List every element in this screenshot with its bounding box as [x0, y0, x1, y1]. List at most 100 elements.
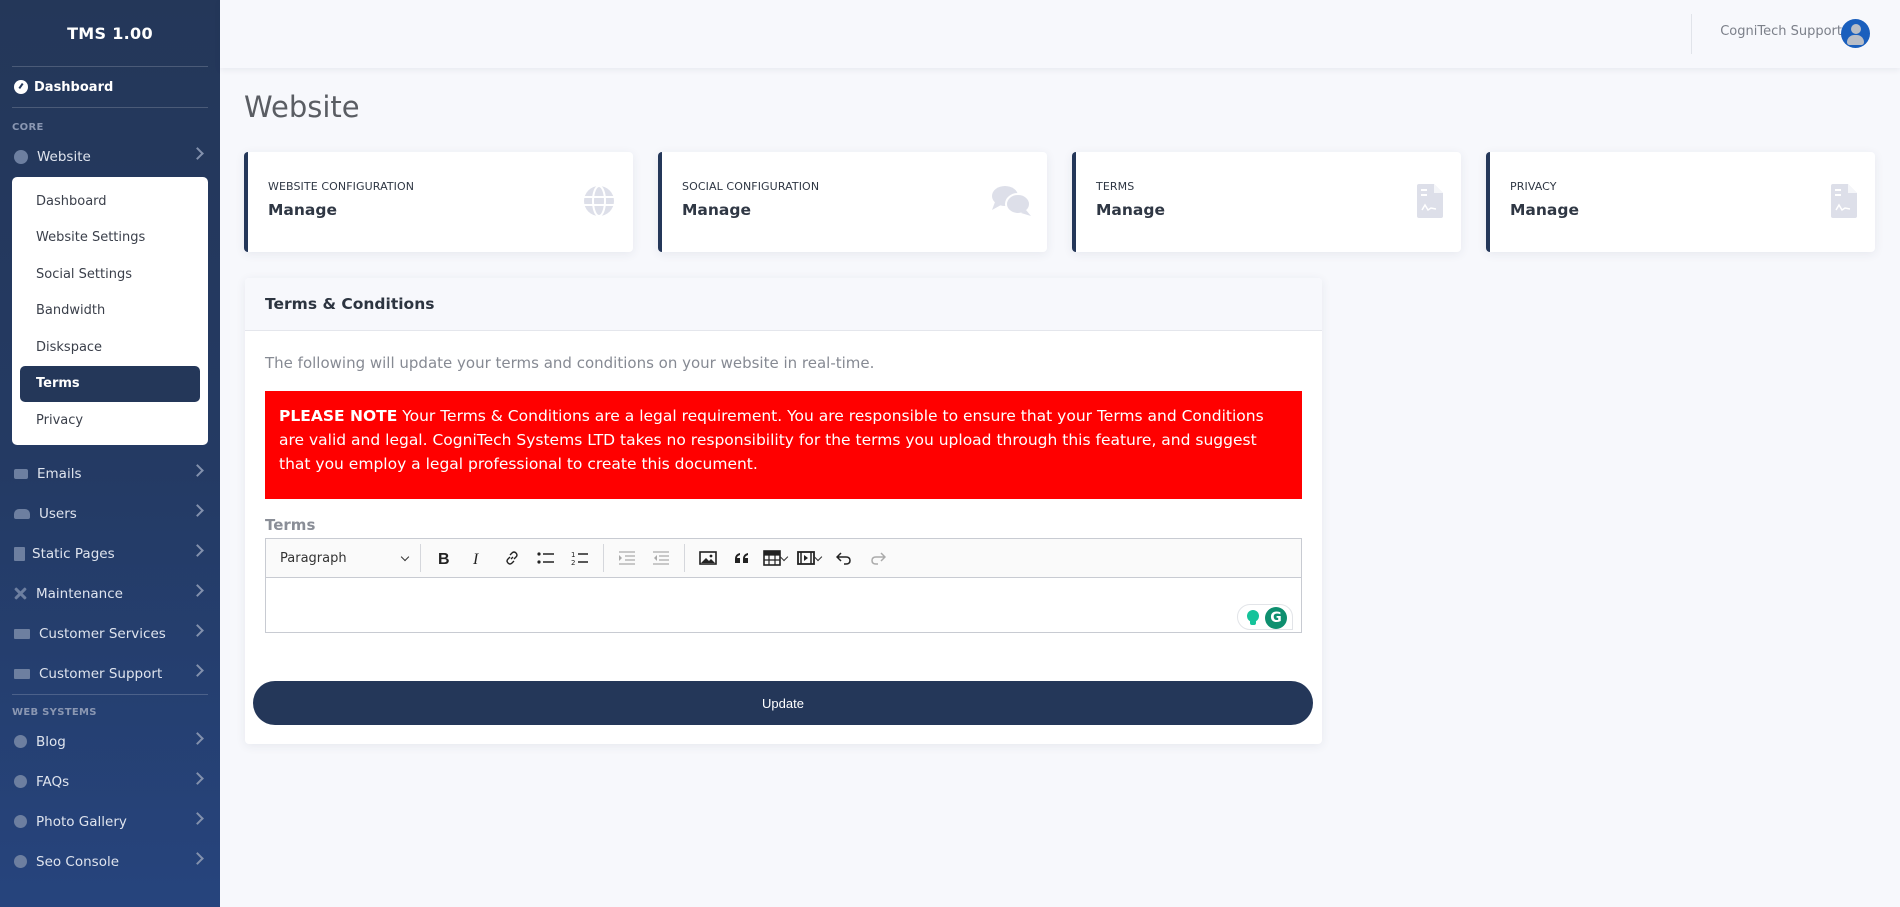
page-title: Website	[244, 90, 360, 124]
quote-icon	[735, 553, 748, 563]
chevron-right-icon	[191, 147, 204, 160]
sidebar-item-seo-console[interactable]: Seo Console	[0, 842, 220, 882]
card-label: PRIVACY	[1510, 180, 1557, 193]
sidebar-item-label: Dashboard	[34, 79, 114, 95]
chevron-right-icon	[191, 583, 204, 597]
table-icon	[763, 550, 781, 566]
indent-button[interactable]	[610, 544, 644, 572]
grammarly-widget[interactable]: G	[1237, 604, 1293, 630]
chevron-right-icon	[191, 771, 204, 785]
topbar: CogniTech Support	[220, 0, 1900, 68]
sidebar-item-website[interactable]: Website	[0, 137, 220, 177]
svg-text:B: B	[438, 551, 450, 566]
card-value: Manage	[1096, 201, 1165, 219]
submenu-item-website-settings[interactable]: Website Settings	[20, 220, 200, 257]
card-terms[interactable]: TERMS Manage	[1072, 152, 1461, 252]
envelope-icon	[14, 468, 28, 479]
insert-image-button[interactable]	[691, 544, 725, 572]
topbar-divider	[1691, 14, 1692, 54]
alert-text: Your Terms & Conditions are a legal requ…	[279, 407, 1264, 473]
sidebar-item-photo-gallery[interactable]: Photo Gallery	[0, 802, 220, 842]
link-icon	[506, 551, 518, 565]
undo-button[interactable]	[827, 544, 861, 572]
sidebar-item-label: Photo Gallery	[36, 813, 127, 830]
numbered-list-icon: 12	[571, 551, 588, 566]
file-icon	[14, 546, 25, 561]
redo-button[interactable]	[861, 544, 895, 572]
sidebar-item-label: Website	[37, 149, 91, 165]
sidebar-item-faqs[interactable]: FAQs	[0, 762, 220, 802]
card-value: Manage	[1510, 201, 1579, 219]
brand-title: TMS 1.00	[67, 23, 153, 43]
legal-alert: PLEASE NOTE Your Terms & Conditions are …	[265, 391, 1302, 499]
chevron-right-icon	[191, 623, 204, 637]
link-button[interactable]	[495, 544, 529, 572]
media-dropdown[interactable]	[815, 544, 823, 572]
comments-icon	[992, 186, 1031, 216]
toolbar-separator	[420, 544, 421, 572]
toolbar-separator	[603, 544, 604, 572]
bold-icon: B	[438, 551, 450, 566]
sidebar-item-users[interactable]: Users	[0, 494, 220, 534]
file-contract-icon	[1417, 184, 1443, 218]
numbered-list-button[interactable]: 12	[563, 544, 597, 572]
gear-icon	[14, 735, 27, 748]
bulleted-list-button[interactable]	[529, 544, 563, 572]
italic-button[interactable]: I	[461, 544, 495, 572]
update-button[interactable]: Update	[253, 681, 1313, 725]
sidebar-item-label: Customer Support	[39, 665, 163, 682]
sidebar-item-dashboard[interactable]: Dashboard	[0, 67, 220, 107]
avatar[interactable]	[1841, 19, 1870, 48]
sidebar-item-label: Customer Services	[39, 625, 166, 642]
block-format-select[interactable]: Paragraph	[274, 544, 414, 572]
table-dropdown[interactable]	[781, 544, 789, 572]
undo-icon	[836, 552, 851, 565]
bold-button[interactable]: B	[427, 544, 461, 572]
sidebar-item-static-pages[interactable]: Static Pages	[0, 534, 220, 574]
terms-editor-content[interactable]	[266, 578, 1301, 632]
gear-icon	[14, 855, 27, 868]
sidebar-item-label: Static Pages	[32, 545, 115, 562]
submenu-item-privacy[interactable]: Privacy	[20, 402, 200, 439]
submenu-item-terms[interactable]: Terms	[20, 365, 200, 402]
gear-icon	[14, 815, 27, 828]
user-name[interactable]: CogniTech Support	[1720, 24, 1842, 39]
submenu-item-social-settings[interactable]: Social Settings	[20, 256, 200, 293]
config-cards: WEBSITE CONFIGURATION Manage SOCIAL CONF…	[244, 152, 1875, 252]
file-contract-icon	[1831, 184, 1857, 218]
sidebar-item-maintenance[interactable]: Maintenance	[0, 574, 220, 614]
terms-field-label: Terms	[265, 516, 316, 534]
indent-icon	[619, 551, 635, 565]
submenu-item-bandwidth[interactable]: Bandwidth	[20, 293, 200, 330]
svg-text:1: 1	[571, 551, 575, 559]
submenu-item-dashboard[interactable]: Dashboard	[20, 183, 200, 220]
italic-icon: I	[472, 551, 479, 566]
outdent-button[interactable]	[644, 544, 678, 572]
panel-title: Terms & Conditions	[245, 278, 1322, 331]
card-label: TERMS	[1096, 180, 1135, 193]
alert-strong: PLEASE NOTE	[279, 407, 398, 425]
chevron-right-icon	[191, 851, 204, 865]
sidebar-item-blog[interactable]: Blog	[0, 722, 220, 762]
sidebar: TMS 1.00 Dashboard CORE Website Dashboar…	[0, 0, 220, 907]
image-icon	[699, 551, 717, 565]
sidebar-item-label: Blog	[36, 733, 66, 750]
sidebar-item-customer-services[interactable]: Customer Services	[0, 614, 220, 654]
sidebar-item-emails[interactable]: Emails	[0, 454, 220, 494]
card-website-configuration[interactable]: WEBSITE CONFIGURATION Manage	[244, 152, 633, 252]
lightbulb-icon	[1247, 610, 1259, 625]
tools-icon	[14, 587, 27, 600]
card-privacy[interactable]: PRIVACY Manage	[1486, 152, 1875, 252]
users-icon	[14, 508, 30, 519]
sidebar-item-customer-support[interactable]: Customer Support	[0, 654, 220, 694]
chevron-down-icon	[400, 552, 410, 561]
chevron-right-icon	[191, 663, 204, 677]
globe-icon	[14, 150, 28, 164]
editor-toolbar: Paragraph B I 12	[266, 539, 1301, 578]
card-social-configuration[interactable]: SOCIAL CONFIGURATION Manage	[658, 152, 1047, 252]
submenu-item-diskspace[interactable]: Diskspace	[20, 329, 200, 366]
svg-text:I: I	[472, 551, 479, 566]
toolbar-separator	[684, 544, 685, 572]
block-quote-button[interactable]	[725, 544, 759, 572]
sidebar-item-label: Users	[39, 505, 77, 522]
